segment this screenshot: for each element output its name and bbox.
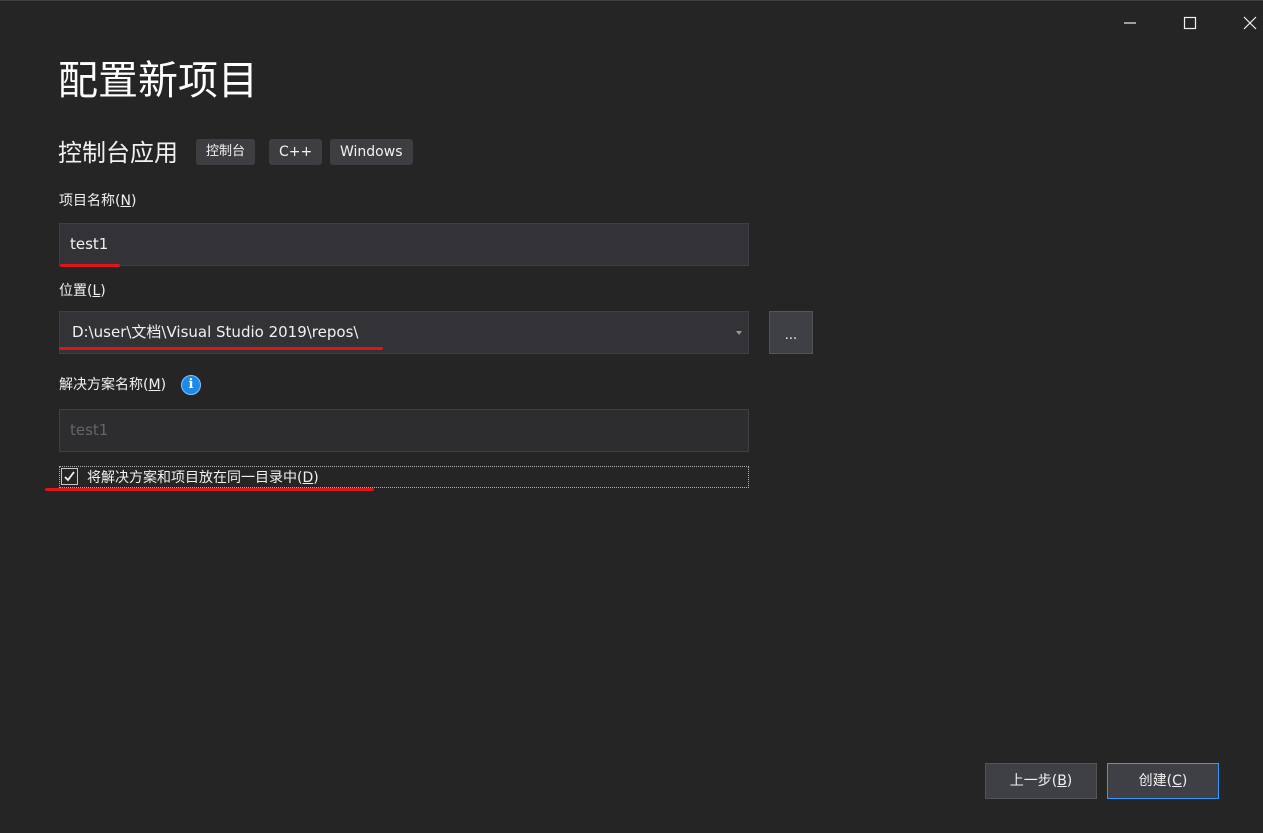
same-directory-checkbox[interactable] xyxy=(61,468,78,485)
location-value: D:\user\文档\Visual Studio 2019\repos\ xyxy=(72,323,359,341)
project-name-label: 项目名称(N) xyxy=(59,193,137,209)
maximize-icon xyxy=(1183,16,1197,30)
back-button[interactable]: 上一步(B) xyxy=(985,763,1097,799)
tag-windows: Windows xyxy=(330,139,413,165)
tag-console: 控制台 xyxy=(196,139,256,165)
minimize-icon xyxy=(1124,22,1136,24)
info-icon[interactable]: i xyxy=(181,375,201,395)
location-label: 位置(L) xyxy=(59,283,106,299)
annotation-underline-checkbox xyxy=(45,488,374,491)
template-name: 控制台应用 xyxy=(58,139,178,167)
configure-project-window: 配置新项目 控制台应用 控制台 C++ Windows 项目名称(N) test… xyxy=(0,0,1263,833)
solution-name-input: test1 xyxy=(59,409,749,452)
annotation-underline-location xyxy=(59,347,383,350)
tag-cpp: C++ xyxy=(269,139,323,165)
page-title: 配置新项目 xyxy=(58,58,258,104)
project-name-input[interactable]: test1 xyxy=(59,223,749,266)
solution-name-label: 解决方案名称(M) xyxy=(59,377,167,393)
checkmark-icon xyxy=(64,471,75,482)
dropdown-arrow-icon[interactable] xyxy=(736,331,742,335)
maximize-button[interactable] xyxy=(1174,7,1206,39)
close-icon xyxy=(1243,16,1257,30)
browse-button[interactable]: ... xyxy=(769,311,813,354)
same-directory-label[interactable]: 将解决方案和项目放在同一目录中(D) xyxy=(87,468,319,488)
create-button[interactable]: 创建(C) xyxy=(1107,763,1219,799)
annotation-underline-project-name xyxy=(60,264,120,267)
minimize-button[interactable] xyxy=(1114,7,1146,39)
same-directory-option[interactable]: 将解决方案和项目放在同一目录中(D) xyxy=(59,466,749,488)
close-button[interactable] xyxy=(1234,7,1263,39)
